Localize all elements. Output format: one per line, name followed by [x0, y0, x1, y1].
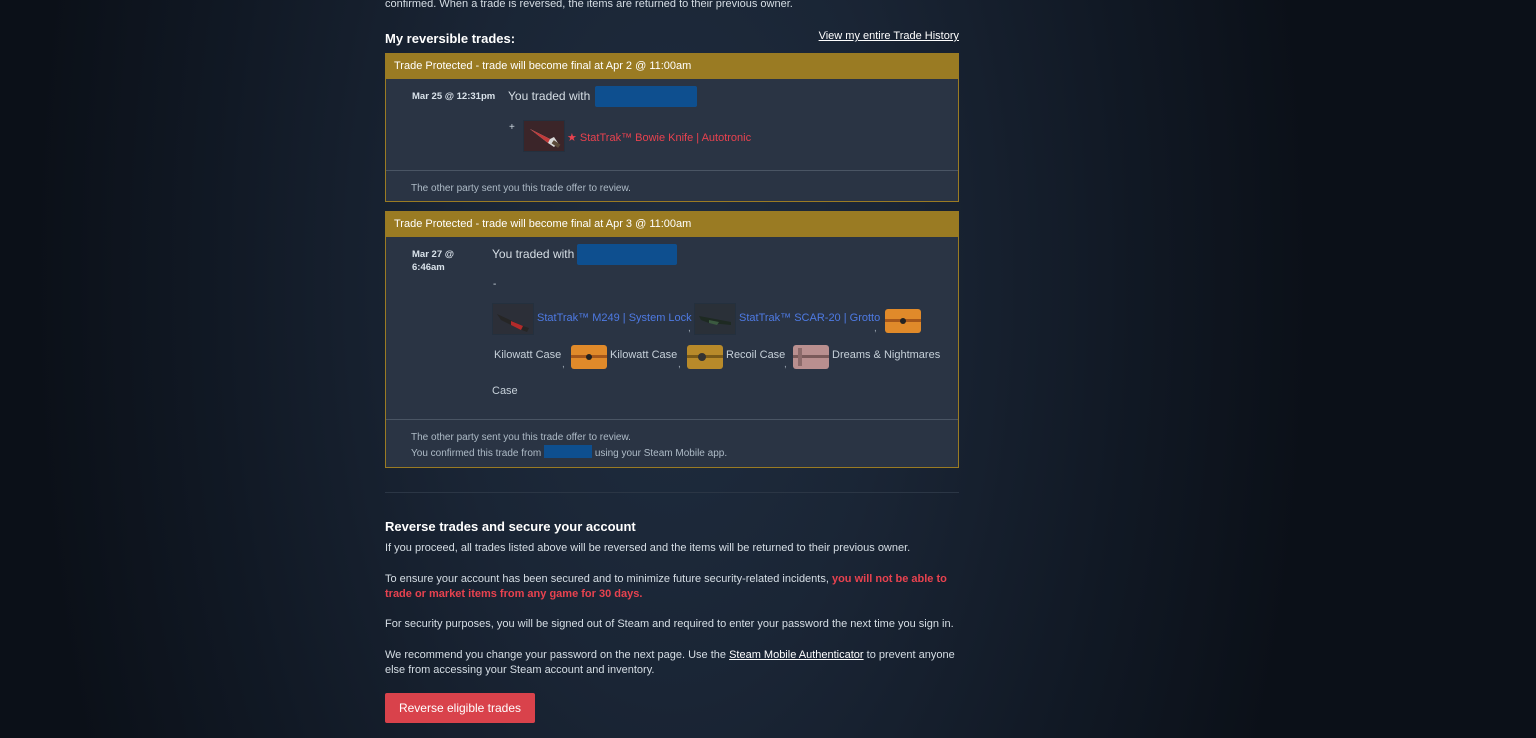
trade-direction: - — [493, 279, 497, 290]
trade-footer: The other party sent you this trade offe… — [386, 419, 958, 469]
dreams-nightmares-case-icon[interactable] — [789, 339, 831, 371]
recoil-case-icon[interactable] — [683, 339, 725, 371]
section-header: My reversible trades: View my entire Tra… — [385, 30, 959, 48]
item-name[interactable]: StatTrak™ M249 | System Lock — [537, 312, 692, 324]
reverse-paragraph-2: To ensure your account has been secured … — [385, 572, 959, 602]
scar20-icon[interactable] — [694, 303, 736, 335]
mobile-authenticator-link[interactable]: Steam Mobile Authenticator — [729, 649, 864, 661]
reverse-trades-button[interactable]: Reverse eligible trades — [385, 693, 535, 723]
item-separator: , — [562, 359, 565, 370]
trade-history-link[interactable]: View my entire Trade History — [819, 30, 959, 42]
item-separator: , — [678, 359, 681, 370]
reverse-paragraph-4-text-c: else from accessing your Steam account a… — [385, 664, 655, 676]
item-name[interactable]: ★ StatTrak™ Bowie Knife | Autotronic — [567, 131, 751, 144]
kilowatt-case-icon[interactable] — [567, 339, 609, 371]
item-separator: , — [784, 359, 787, 370]
footer-line: The other party sent you this trade offe… — [411, 183, 631, 194]
reverse-title: Reverse trades and secure your account — [385, 519, 636, 534]
trade-direction: + — [509, 122, 515, 133]
reverse-paragraph-1: If you proceed, all trades listed above … — [385, 542, 911, 554]
section-title: My reversible trades: — [385, 31, 516, 46]
m249-icon[interactable] — [492, 303, 534, 335]
section-divider — [385, 492, 959, 493]
trade-ban-warning-cont: trade or market items from any game for … — [385, 588, 643, 600]
reverse-paragraph-4-text-b: to prevent anyone — [863, 649, 955, 661]
redacted-username — [577, 244, 677, 265]
trade-date-line2: 6:46am — [412, 262, 445, 273]
item-separator: , — [874, 323, 877, 334]
item-name[interactable]: StatTrak™ SCAR-20 | Grotto — [739, 312, 880, 324]
trade-ban-warning: you will not be able to — [831, 573, 947, 585]
item-name[interactable]: Recoil Case — [726, 349, 785, 361]
footer-confirm-text: You confirmed this trade from — [411, 448, 542, 459]
item-name[interactable]: Kilowatt Case — [494, 349, 561, 361]
trade-card-2: Trade Protected - trade will become fina… — [385, 211, 959, 468]
reverse-paragraph-3: For security purposes, you will be signe… — [385, 618, 954, 630]
trade-banner: Trade Protected - trade will become fina… — [386, 212, 958, 237]
trade-card-1: Trade Protected - trade will become fina… — [385, 53, 959, 202]
traded-with-label: You traded with — [492, 247, 575, 261]
item-name[interactable]: Dreams & Nightmares — [832, 349, 940, 361]
traded-with-label: You traded with — [508, 89, 591, 103]
footer-line: The other party sent you this trade offe… — [411, 432, 631, 443]
footer-app-text: using your Steam Mobile app. — [594, 448, 728, 459]
knife-icon[interactable] — [523, 120, 565, 152]
trade-date: Mar 27 @ 6:46am — [412, 248, 454, 274]
footer-line-confirm: You confirmed this trade from using your… — [411, 445, 958, 461]
intro-text: confirmed. When a trade is reversed, the… — [385, 0, 793, 10]
trade-footer: The other party sent you this trade offe… — [386, 170, 958, 203]
trade-banner: Trade Protected - trade will become fina… — [386, 54, 958, 79]
trade-date: Mar 25 @ 12:31pm — [412, 91, 496, 102]
kilowatt-case-icon[interactable] — [881, 303, 923, 335]
reverse-paragraph-4-text: We recommend you change your password on… — [385, 649, 730, 661]
redacted-device — [544, 445, 593, 458]
item-name[interactable]: Kilowatt Case — [610, 349, 677, 361]
reverse-paragraph-2-text: To ensure your account has been secured … — [385, 573, 832, 585]
reverse-paragraph-4: We recommend you change your password on… — [385, 648, 959, 678]
item-name[interactable]: Case — [492, 385, 518, 397]
trade-date-line1: Mar 27 @ — [412, 249, 455, 260]
redacted-username — [595, 86, 697, 107]
item-separator: , — [688, 323, 691, 334]
